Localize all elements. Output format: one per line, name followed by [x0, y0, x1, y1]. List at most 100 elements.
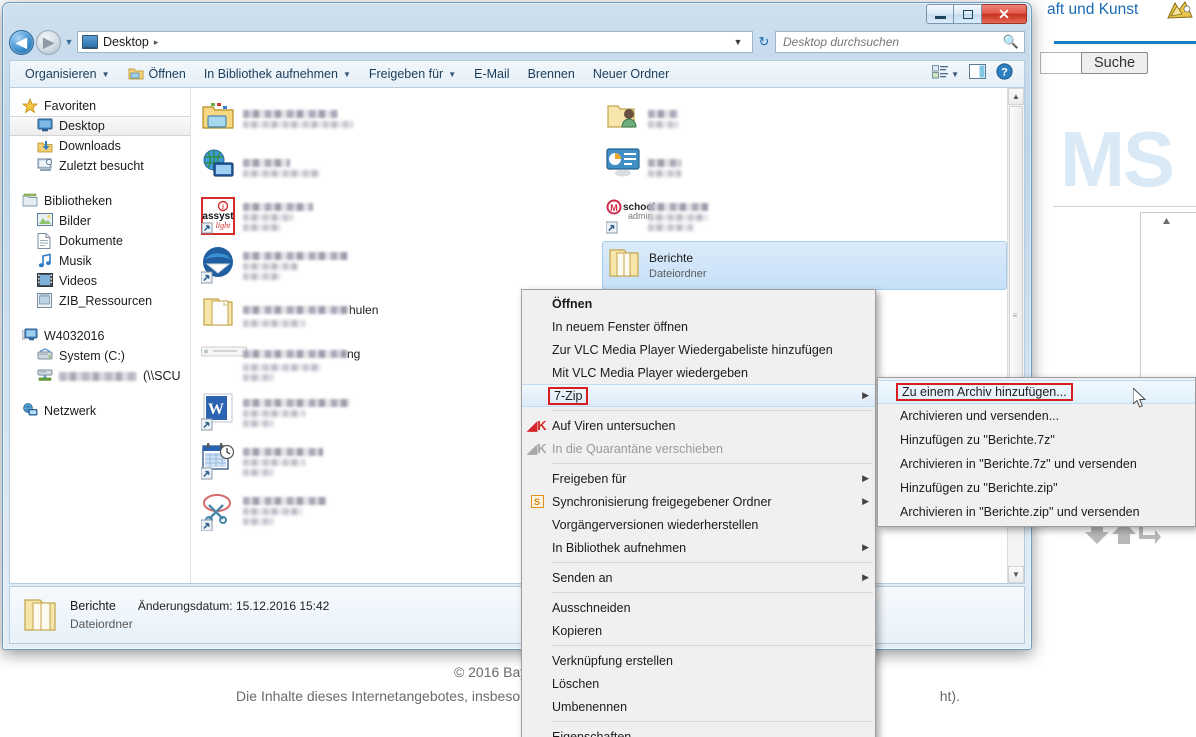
toolbar-organize[interactable]: Organisieren ▼ — [16, 64, 119, 84]
context-item-send-to[interactable]: Senden an ▶ — [522, 566, 875, 589]
internet-icon — [201, 148, 235, 188]
context-item-cut[interactable]: Ausschneiden — [522, 596, 875, 619]
address-bar[interactable]: Desktop ▸ ▼ — [77, 31, 753, 53]
toolbar-burn[interactable]: Brennen — [519, 64, 584, 84]
help-icon: ? — [996, 63, 1013, 85]
submenu-item-add-to-zip[interactable]: Hinzufügen zu "Berichte.zip" — [878, 476, 1195, 500]
submenu-7zip[interactable]: Zu einem Archiv hinzufügen... Archiviere… — [877, 377, 1196, 527]
sidebar-item-downloads[interactable]: Downloads — [10, 136, 190, 156]
breadcrumb-desktop[interactable]: Desktop — [103, 35, 149, 49]
context-menu[interactable]: Öffnen In neuem Fenster öffnen Zur VLC M… — [521, 289, 876, 737]
list-item[interactable] — [197, 241, 602, 290]
submenu-item-add-to-7z[interactable]: Hinzufügen zu "Berichte.7z" — [878, 428, 1195, 452]
sidebar-item-recent-places[interactable]: Zuletzt besucht — [10, 156, 190, 176]
context-item-include-library[interactable]: In Bibliothek aufnehmen ▶ — [522, 536, 875, 559]
context-item-vlc-playlist[interactable]: Zur VLC Media Player Wiedergabeliste hin… — [522, 338, 875, 361]
toolbar-include-in-library[interactable]: In Bibliothek aufnehmen ▼ — [195, 64, 360, 84]
submenu-item-add-to-archive[interactable]: Zu einem Archiv hinzufügen... — [878, 380, 1195, 404]
context-label-properties: Eigenschaften — [552, 729, 632, 737]
sidebar-label-bilder: Bilder — [59, 214, 91, 228]
context-item-open[interactable]: Öffnen — [522, 292, 875, 315]
context-item-delete[interactable]: Löschen — [522, 672, 875, 695]
toolbar-open[interactable]: Öffnen — [119, 63, 195, 86]
close-button[interactable]: ✕ — [982, 4, 1027, 24]
scroll-down-button[interactable]: ▼ — [1008, 566, 1024, 583]
toolbar-new-folder[interactable]: Neuer Ordner — [584, 64, 678, 84]
videos-icon — [37, 273, 53, 289]
sidebar-item-dokumente[interactable]: Dokumente — [10, 231, 190, 251]
site-scroll-up-icon[interactable] — [1160, 215, 1173, 228]
address-dropdown-icon[interactable]: ▼ — [728, 37, 748, 47]
scroll-up-button[interactable]: ▲ — [1008, 88, 1024, 105]
context-item-create-shortcut[interactable]: Verknüpfung erstellen — [522, 649, 875, 672]
explorer-window: ✕ ◀ ▶ ▼ Desktop ▸ ▼ ↻ 🔍 Organisieren — [2, 2, 1032, 650]
search-input[interactable] — [781, 34, 1003, 50]
list-item[interactable] — [602, 94, 1007, 143]
context-item-share-with[interactable]: Freigeben für ▶ — [522, 467, 875, 490]
maximize-button[interactable] — [954, 4, 982, 24]
context-item-rename[interactable]: Umbenennen — [522, 695, 875, 718]
nav-header-favoriten[interactable]: Favoriten — [10, 96, 190, 116]
view-options-button[interactable]: ▼ — [927, 63, 964, 86]
forward-button[interactable]: ▶ — [36, 29, 61, 55]
context-item-vlc-play[interactable]: Mit VLC Media Player wiedergeben — [522, 361, 875, 384]
menu-separator — [552, 410, 873, 411]
nav-header-bibliotheken[interactable]: Bibliotheken — [10, 191, 190, 211]
nav-label-bibliotheken: Bibliotheken — [44, 194, 113, 208]
window-titlebar[interactable]: ✕ — [3, 3, 1031, 29]
help-button[interactable]: ? — [991, 61, 1018, 87]
context-item-properties[interactable]: Eigenschaften — [522, 725, 875, 737]
back-button[interactable]: ◀ — [9, 29, 34, 55]
list-item[interactable]: Mschool admin — [602, 192, 1007, 241]
context-item-previous-versions[interactable]: Vorgängerversionen wiederherstellen — [522, 513, 875, 536]
list-item[interactable] — [197, 94, 602, 143]
network-icon — [22, 403, 38, 419]
context-item-sync-folder[interactable]: S Synchronisierung freigegebener Ordner … — [522, 490, 875, 513]
submenu-label-compress-7z-and-email: Archivieren in "Berichte.7z" und versend… — [900, 457, 1137, 471]
minimize-button[interactable] — [926, 4, 954, 24]
details-type: Dateiordner — [70, 617, 133, 631]
list-item[interactable] — [197, 143, 602, 192]
chevron-right-icon: ▶ — [862, 390, 869, 400]
sidebar-label-network-suffix: (\\SCU — [143, 369, 181, 383]
submenu-item-compress-zip-and-email[interactable]: Archivieren in "Berichte.zip" und versen… — [878, 500, 1195, 524]
sidebar-item-network-drive[interactable]: (\\SCU — [10, 366, 190, 386]
list-item[interactable]: assyst light i — [197, 192, 602, 241]
preview-pane-button[interactable] — [964, 62, 991, 86]
recent-locations-button[interactable]: ▼ — [61, 37, 77, 47]
chevron-down-icon: ▼ — [101, 69, 110, 79]
sidebar-item-system-c[interactable]: System (C:) — [10, 346, 190, 366]
submenu-item-compress-and-email[interactable]: Archivieren und versenden... — [878, 404, 1195, 428]
libraries-icon — [22, 193, 38, 209]
file-name-berichte: Berichte — [649, 251, 694, 265]
toolbar-email[interactable]: E-Mail — [465, 64, 518, 84]
submenu-item-compress-7z-and-email[interactable]: Archivieren in "Berichte.7z" und versend… — [878, 452, 1195, 476]
context-label-previous-versions: Vorgängerversionen wiederherstellen — [552, 517, 759, 532]
sidebar-item-desktop[interactable]: Desktop — [10, 116, 190, 136]
search-box[interactable]: 🔍 — [775, 31, 1025, 53]
menu-separator — [552, 463, 873, 464]
context-label-vlc-play: Mit VLC Media Player wiedergeben — [552, 365, 748, 380]
breadcrumb-separator[interactable]: ▸ — [154, 37, 159, 48]
sidebar-item-videos[interactable]: Videos — [10, 271, 190, 291]
context-item-scan-virus[interactable]: ◢K Auf Viren untersuchen — [522, 414, 875, 437]
list-item-berichte[interactable]: Berichte Dateiordner — [602, 241, 1007, 290]
toolbar-share-with[interactable]: Freigeben für ▼ — [360, 64, 465, 84]
context-item-7zip[interactable]: 7-Zip ▶ — [522, 384, 875, 407]
chevron-down-icon: ▼ — [448, 69, 457, 79]
sidebar-label-desktop: Desktop — [59, 119, 105, 133]
sidebar-item-zib-ressourcen[interactable]: ZIB_Ressourcen — [10, 291, 190, 311]
navigation-pane[interactable]: Favoriten Desktop Downloads Zuletzt besu… — [10, 88, 191, 583]
sidebar-item-bilder[interactable]: Bilder — [10, 211, 190, 231]
site-search-button[interactable]: Suche — [1081, 52, 1149, 74]
nav-header-computer[interactable]: W4032016 — [10, 326, 190, 346]
context-item-copy[interactable]: Kopieren — [522, 619, 875, 642]
context-label-send-to: Senden an — [552, 570, 613, 585]
menu-separator — [552, 721, 873, 722]
sidebar-item-netzwerk[interactable]: Netzwerk — [10, 401, 190, 421]
folder-icon — [607, 246, 641, 286]
sidebar-item-musik[interactable]: Musik — [10, 251, 190, 271]
refresh-icon[interactable]: ↻ — [753, 34, 775, 50]
context-item-open-new-window[interactable]: In neuem Fenster öffnen — [522, 315, 875, 338]
list-item[interactable] — [602, 143, 1007, 192]
